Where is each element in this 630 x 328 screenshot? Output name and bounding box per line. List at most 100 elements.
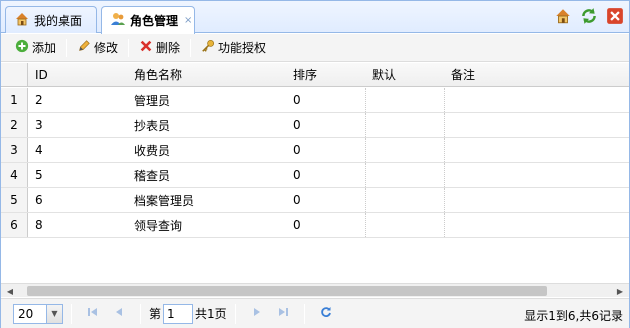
row-number: 6 — [1, 213, 28, 237]
key-icon — [201, 39, 215, 56]
pager-separator — [234, 303, 236, 324]
page-number-input[interactable] — [163, 303, 194, 324]
scroll-left-icon[interactable]: ◀ — [3, 284, 17, 298]
last-page-button[interactable] — [274, 305, 292, 323]
page-prefix: 第 — [149, 307, 162, 321]
cell-sort: 0 — [287, 88, 366, 112]
delete-icon — [139, 39, 153, 56]
column-header-sort[interactable]: 排序 — [287, 63, 365, 86]
table-row[interactable]: 3 4 收费员 0 — [1, 138, 629, 163]
role-management-panel: 我的桌面 角色管理 × 添加 修改 删除 功能授权 ID 角色名称 排序 默认 … — [0, 0, 630, 328]
cell-id: 2 — [35, 93, 43, 107]
tab-bar: 我的桌面 角色管理 × — [1, 1, 629, 34]
horizontal-scrollbar[interactable]: ◀ ▶ — [1, 283, 629, 297]
last-page-icon — [277, 306, 289, 321]
cell-remark — [445, 88, 629, 112]
tab-close-icon[interactable]: × — [184, 15, 192, 26]
cell-id: 5 — [35, 168, 43, 182]
page-info: 显示1到6,共6记录 — [524, 309, 623, 323]
cell-remark — [445, 188, 629, 212]
column-header-remark[interactable]: 备注 — [445, 63, 629, 86]
cell-sort: 0 — [287, 163, 366, 187]
users-icon — [110, 11, 126, 30]
grant-permission-label: 功能授权 — [218, 41, 267, 55]
cell-default — [366, 188, 445, 212]
cell-name: 稽查员 — [134, 168, 171, 183]
delete-button[interactable]: 删除 — [135, 37, 184, 59]
cell-remark — [445, 213, 629, 237]
cell-name: 收费员 — [134, 143, 171, 158]
scroll-right-icon[interactable]: ▶ — [613, 284, 627, 298]
toolbar-separator — [190, 38, 192, 57]
table-row[interactable]: 2 3 抄表员 0 — [1, 113, 629, 138]
cell-sort: 0 — [287, 188, 366, 212]
chevron-down-icon[interactable]: ▼ — [46, 304, 62, 323]
column-header-name[interactable]: 角色名称 — [128, 63, 286, 86]
tab-label: 角色管理 — [130, 14, 179, 28]
pager-separator — [140, 303, 141, 324]
cell-name: 管理员 — [134, 93, 171, 108]
table-row[interactable]: 6 8 领导查询 0 — [1, 213, 629, 238]
cell-name: 领导查询 — [134, 218, 183, 233]
cell-id: 8 — [35, 218, 43, 232]
cell-name: 档案管理员 — [134, 193, 195, 208]
add-button[interactable]: 添加 — [11, 37, 60, 59]
tab-label: 我的桌面 — [34, 13, 83, 28]
pagination-bar: 20 ▼ 第 共1页 — [1, 298, 629, 328]
grid-toolbar: 添加 修改 删除 功能授权 — [1, 34, 629, 62]
cell-default — [366, 88, 445, 112]
next-page-button[interactable] — [248, 305, 266, 323]
column-header-id[interactable]: ID — [29, 63, 127, 86]
cell-default — [366, 138, 445, 162]
row-number: 4 — [1, 163, 28, 187]
rownumber-header — [1, 63, 28, 86]
add-label: 添加 — [32, 41, 57, 55]
cell-id: 4 — [35, 143, 43, 157]
edit-button[interactable]: 修改 — [73, 37, 122, 59]
role-grid: ID 角色名称 排序 默认 备注 1 2 管理员 0 2 3 抄表员 0 3 4… — [1, 63, 629, 283]
cell-default — [366, 213, 445, 237]
toolbar-separator — [128, 38, 130, 57]
edit-label: 修改 — [94, 41, 119, 55]
prev-page-icon — [113, 306, 125, 321]
first-page-button[interactable] — [84, 305, 102, 323]
grid-header: ID 角色名称 排序 默认 备注 — [1, 63, 629, 87]
cell-default — [366, 163, 445, 187]
tab-tools — [553, 7, 625, 27]
refresh-icon — [580, 7, 598, 28]
refresh-button[interactable] — [579, 7, 599, 27]
close-icon — [606, 7, 624, 28]
scrollbar-thumb[interactable] — [27, 286, 547, 296]
grant-permission-button[interactable]: 功能授权 — [197, 37, 270, 59]
next-page-icon — [251, 306, 263, 321]
close-all-button[interactable] — [605, 7, 625, 27]
column-header-default[interactable]: 默认 — [366, 63, 444, 86]
row-number: 5 — [1, 188, 28, 212]
prev-page-button[interactable] — [110, 305, 128, 323]
home-icon — [554, 7, 572, 28]
cell-name: 抄表员 — [134, 118, 171, 133]
page-total: 共1页 — [195, 307, 227, 321]
pager-separator — [71, 303, 72, 324]
table-row[interactable]: 5 6 档案管理员 0 — [1, 188, 629, 213]
pager-separator — [303, 303, 305, 324]
cell-remark — [445, 163, 629, 187]
toolbar-separator — [66, 38, 68, 57]
page-size-select[interactable]: 20 ▼ — [13, 303, 63, 324]
tab-role-management[interactable]: 角色管理 × — [101, 6, 195, 34]
tab-my-desktop[interactable]: 我的桌面 — [5, 6, 97, 33]
page-size-value: 20 — [18, 306, 34, 321]
cell-sort: 0 — [287, 138, 366, 162]
cell-remark — [445, 138, 629, 162]
row-number: 1 — [1, 88, 28, 112]
home-button[interactable] — [553, 7, 573, 27]
cell-sort: 0 — [287, 113, 366, 137]
reload-button[interactable] — [317, 305, 335, 323]
cell-id: 3 — [35, 118, 43, 132]
table-row[interactable]: 4 5 稽查员 0 — [1, 163, 629, 188]
cell-remark — [445, 113, 629, 137]
cell-sort: 0 — [287, 213, 366, 237]
table-row[interactable]: 1 2 管理员 0 — [1, 88, 629, 113]
row-number: 2 — [1, 113, 28, 137]
cell-default — [366, 113, 445, 137]
